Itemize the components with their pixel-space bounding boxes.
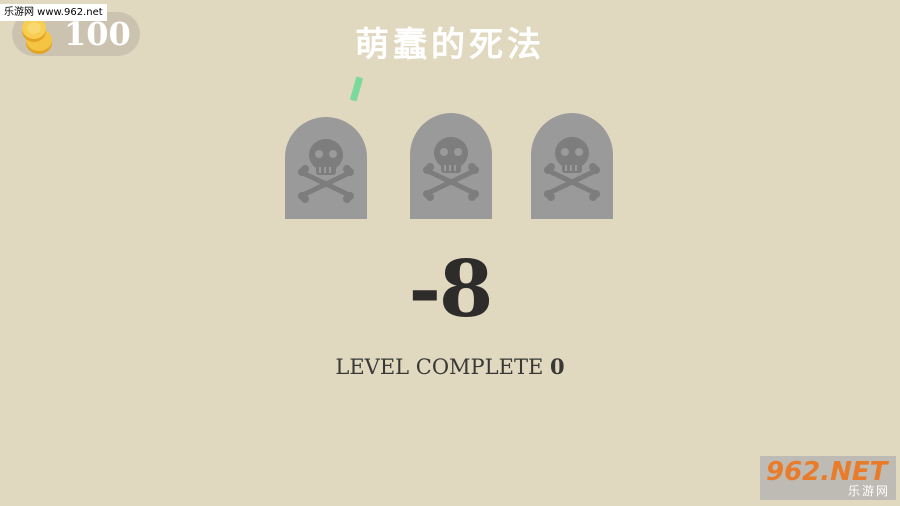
skull-crossbones-icon [285, 117, 367, 219]
level-complete-label: LEVEL COMPLETE [335, 355, 544, 379]
confetti-piece [349, 76, 364, 102]
coin-stack-icon [20, 16, 58, 56]
level-status: LEVEL COMPLETE 0 [250, 352, 650, 382]
score-value: -8 [408, 244, 494, 335]
level-number: 0 [549, 354, 565, 379]
watermark-top: 乐游网 www.962.net [0, 4, 107, 21]
skull-crossbones-icon [531, 113, 613, 219]
tombstone [531, 113, 613, 219]
watermark-corner: 962.NET 乐游网 [760, 456, 896, 500]
tombstone [410, 113, 492, 219]
watermark-corner-sub: 乐游网 [847, 484, 890, 498]
skull-crossbones-icon [410, 113, 492, 219]
game-title: 萌蠢的死法 [355, 25, 545, 65]
tombstone [285, 117, 367, 219]
